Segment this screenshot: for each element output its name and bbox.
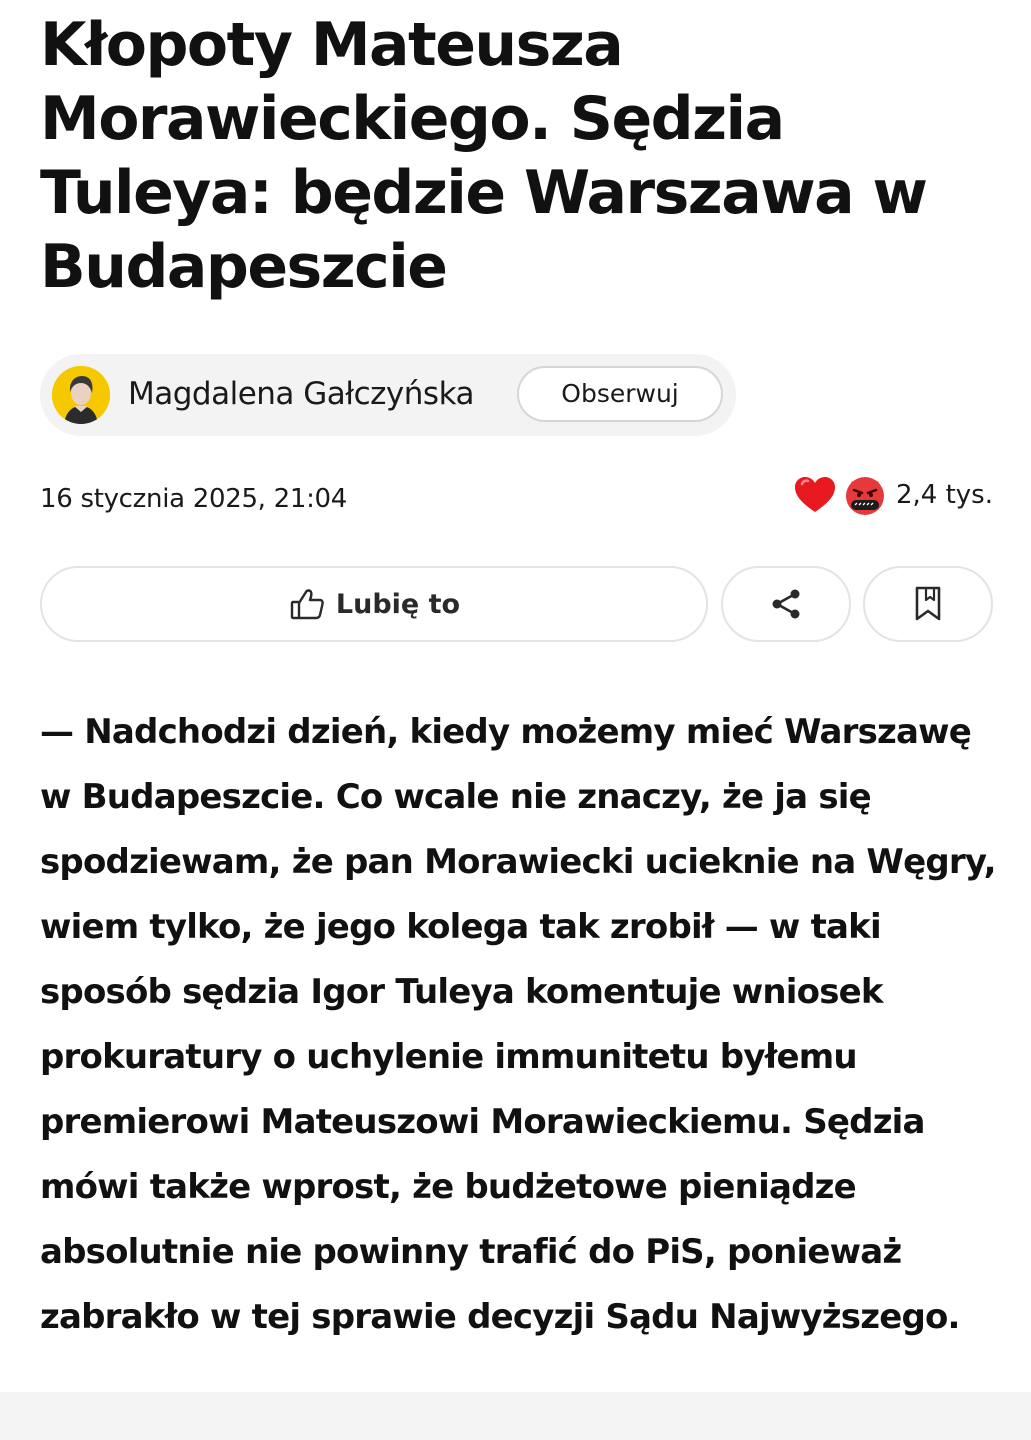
author-bar: Magdalena Gałczyńska Obserwuj bbox=[40, 354, 736, 436]
reaction-count: 2,4 tys. bbox=[895, 480, 993, 510]
article-page: Kłopoty Mateusza Morawieckiego. Sędzia T… bbox=[0, 0, 1031, 1440]
publish-date: 16 stycznia 2025, 21:04 bbox=[40, 484, 348, 514]
follow-button[interactable]: Obserwuj bbox=[517, 366, 723, 422]
article-lead: — Nadchodzi dzień, kiedy możemy mieć War… bbox=[40, 712, 997, 1337]
author-avatar[interactable] bbox=[52, 366, 110, 424]
bookmark-button[interactable] bbox=[863, 566, 993, 642]
bookmark-icon bbox=[915, 586, 941, 621]
article-title: Kłopoty Mateusza Morawieckiego. Sędzia T… bbox=[40, 10, 928, 302]
angry-face-icon bbox=[845, 477, 884, 515]
reactions-summary[interactable]: 2,4 tys. bbox=[792, 472, 993, 518]
like-button[interactable]: Lubię to bbox=[40, 566, 708, 642]
heart-icon bbox=[794, 477, 835, 512]
footer-divider bbox=[0, 1392, 1031, 1440]
share-button[interactable] bbox=[721, 566, 851, 642]
share-icon bbox=[772, 589, 800, 619]
thumbs-up-icon bbox=[290, 589, 324, 620]
author-name[interactable]: Magdalena Gałczyńska bbox=[128, 374, 474, 414]
like-label: Lubię to bbox=[335, 588, 461, 620]
avatar-portrait-icon bbox=[52, 366, 110, 424]
